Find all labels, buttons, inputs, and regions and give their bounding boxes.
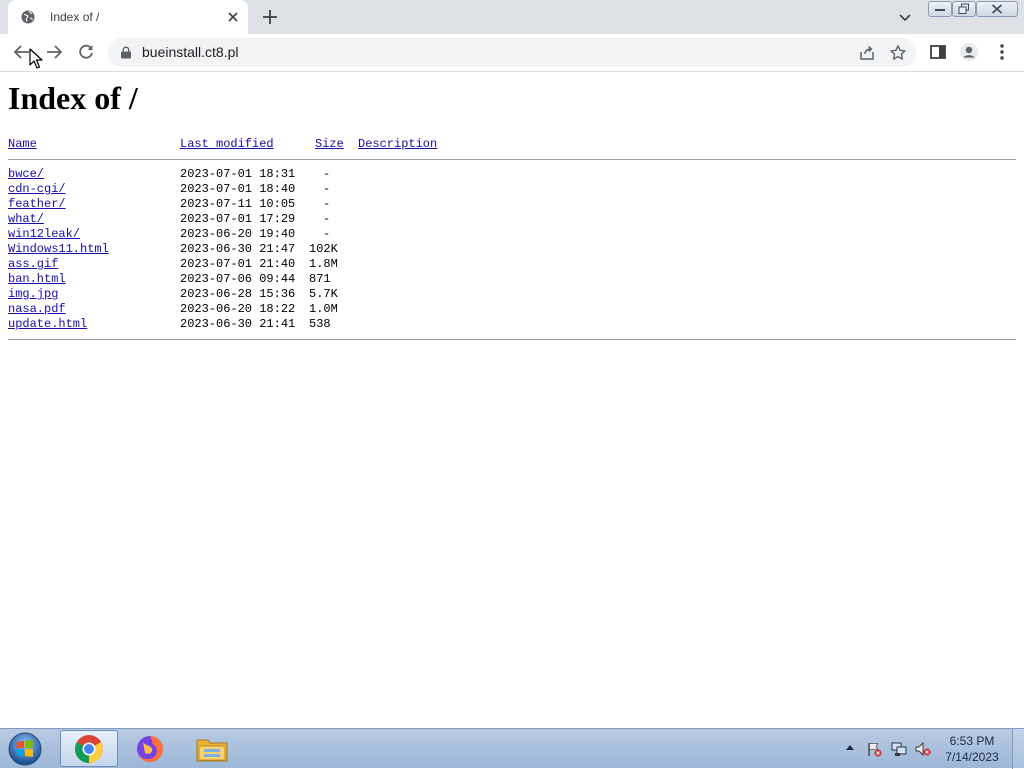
listing-row: Windows11.html 2023-06-30 21:47 102K — [8, 242, 1016, 257]
entry-link[interactable]: what/ — [8, 212, 44, 227]
tab-title: Index of / — [50, 10, 100, 24]
network-icon[interactable] — [891, 741, 907, 757]
menu-dots-icon[interactable] — [992, 42, 1012, 62]
clock-date: 7/14/2023 — [945, 750, 999, 764]
mouse-cursor-icon — [29, 48, 43, 69]
entry-link[interactable]: img.jpg — [8, 287, 58, 302]
footer-divider — [8, 339, 1016, 340]
sort-by-name-link[interactable]: Name — [8, 137, 37, 152]
forward-icon[interactable] — [44, 42, 64, 62]
entry-modified: 2023-07-01 17:29 — [180, 212, 296, 226]
browser-toolbar: bueinstall.ct8.pl — [0, 34, 1024, 72]
sort-by-modified-link[interactable]: Last modified — [180, 137, 274, 152]
listing-rows: bwce/ 2023-07-01 18:31 - cdn-cgi/ 2023-0… — [8, 167, 1016, 332]
listing-header: Name Last modified Size Description — [8, 137, 1016, 152]
entry-size: - — [323, 182, 331, 196]
entry-modified: 2023-06-20 18:22 — [180, 302, 296, 316]
sort-by-size-link[interactable]: Size — [315, 137, 344, 152]
firefox-icon — [137, 735, 163, 762]
entry-size: 1.0M — [309, 302, 338, 316]
entry-size: 5.7K — [309, 287, 338, 301]
entry-size: - — [323, 167, 331, 181]
entry-link[interactable]: ban.html — [8, 272, 66, 287]
entry-size: - — [323, 212, 331, 226]
listing-row: win12leak/ 2023-06-20 19:40 - — [8, 227, 1016, 242]
restore-button[interactable] — [952, 1, 976, 17]
system-clock[interactable]: 6:53 PM 7/14/2023 — [940, 733, 1004, 765]
entry-modified: 2023-07-01 18:40 — [180, 182, 296, 196]
listing-row: ass.gif 2023-07-01 21:40 1.8M — [8, 257, 1016, 272]
show-desktop-button[interactable] — [1012, 729, 1024, 769]
file-explorer-icon — [196, 739, 228, 761]
lock-icon[interactable] — [120, 46, 132, 59]
entry-modified: 2023-07-01 18:31 — [180, 167, 296, 181]
entry-size: - — [323, 197, 331, 211]
entry-size: 871 — [309, 272, 331, 286]
chrome-icon — [75, 734, 103, 763]
entry-modified: 2023-06-30 21:47 — [180, 242, 296, 256]
taskbar-chrome-button[interactable] — [60, 730, 118, 767]
volume-muted-icon[interactable] — [915, 741, 931, 757]
reload-icon[interactable] — [76, 42, 96, 62]
entry-link[interactable]: cdn-cgi/ — [8, 182, 66, 197]
start-button[interactable] — [6, 731, 44, 767]
entry-link[interactable]: feather/ — [8, 197, 66, 212]
close-window-button[interactable] — [976, 1, 1018, 17]
entry-modified: 2023-06-28 15:36 — [180, 287, 296, 301]
listing-row: what/ 2023-07-01 17:29 - — [8, 212, 1016, 227]
close-icon — [991, 4, 1003, 14]
clock-time: 6:53 PM — [949, 734, 995, 748]
url-text[interactable]: bueinstall.ct8.pl — [142, 44, 239, 60]
action-center-flag-icon[interactable] — [866, 741, 882, 757]
listing-row: bwce/ 2023-07-01 18:31 - — [8, 167, 1016, 182]
listing-row: nasa.pdf 2023-06-20 18:22 1.0M — [8, 302, 1016, 317]
entry-modified: 2023-07-01 21:40 — [180, 257, 296, 271]
entry-link[interactable]: Windows11.html — [8, 242, 109, 257]
entry-link[interactable]: ass.gif — [8, 257, 58, 272]
minimize-button[interactable] — [928, 1, 952, 17]
share-icon[interactable] — [858, 44, 876, 62]
bookmark-star-icon[interactable] — [889, 44, 907, 62]
entry-size: 102K — [309, 242, 338, 256]
close-tab-icon[interactable] — [226, 10, 240, 24]
globe-icon — [21, 10, 35, 24]
listing-row: update.html 2023-06-30 21:41 538 — [8, 317, 1016, 332]
entry-size: 538 — [309, 317, 331, 331]
tab-strip: Index of / — [0, 0, 1024, 34]
new-tab-icon[interactable] — [261, 8, 279, 26]
sort-by-description-link[interactable]: Description — [358, 137, 437, 152]
entry-modified: 2023-07-06 09:44 — [180, 272, 296, 286]
listing-row: img.jpg 2023-06-28 15:36 5.7K — [8, 287, 1016, 302]
entry-link[interactable]: update.html — [8, 317, 87, 332]
taskbar-firefox-button[interactable] — [121, 730, 179, 767]
entry-size: 1.8M — [309, 257, 338, 271]
listing-row: feather/ 2023-07-11 10:05 - — [8, 197, 1016, 212]
directory-listing: Name Last modified Size Description bwce… — [8, 137, 1016, 340]
listing-row: ban.html 2023-07-06 09:44 871 — [8, 272, 1016, 287]
page-content: Index of / Name Last modified Size Descr… — [8, 80, 1016, 340]
show-hidden-icons-icon[interactable] — [845, 743, 855, 751]
entry-link[interactable]: win12leak/ — [8, 227, 80, 242]
entry-modified: 2023-06-30 21:41 — [180, 317, 296, 331]
entry-size: - — [323, 227, 331, 241]
profile-icon[interactable] — [959, 42, 979, 62]
entry-modified: 2023-07-11 10:05 — [180, 197, 296, 211]
listing-row: cdn-cgi/ 2023-07-01 18:40 - — [8, 182, 1016, 197]
page-heading: Index of / — [8, 80, 138, 116]
minimize-icon — [935, 9, 945, 11]
side-panel-icon[interactable] — [928, 42, 948, 62]
entry-link[interactable]: nasa.pdf — [8, 302, 66, 317]
chevron-down-icon[interactable] — [898, 10, 912, 24]
tab-index-of[interactable]: Index of / — [8, 0, 248, 34]
restore-icon — [958, 3, 969, 14]
address-bar[interactable]: bueinstall.ct8.pl — [108, 38, 916, 67]
taskbar-explorer-button[interactable] — [183, 730, 241, 767]
taskbar: 6:53 PM 7/14/2023 — [0, 728, 1024, 769]
entry-link[interactable]: bwce/ — [8, 167, 44, 182]
entry-modified: 2023-06-20 19:40 — [180, 227, 296, 241]
